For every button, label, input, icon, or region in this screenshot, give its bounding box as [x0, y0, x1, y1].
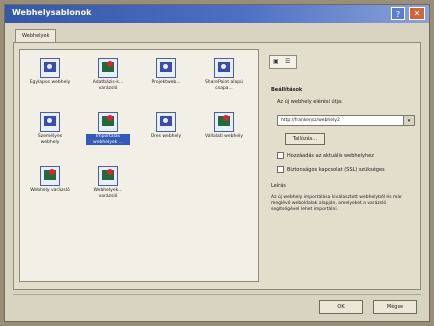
- template-item[interactable]: Webhelyek... varázsló: [86, 164, 130, 210]
- view-toggle[interactable]: ▣ ☰: [269, 55, 297, 69]
- template-label: SharePoint alapú csapa...: [204, 80, 244, 91]
- template-item[interactable]: SharePoint alapú csapa...: [202, 56, 246, 102]
- template-label: Személyes webhely: [37, 134, 63, 145]
- divider: [13, 294, 421, 295]
- location-label: Az új webhely elérési útja:: [277, 99, 343, 105]
- template-label: Projektweb...: [151, 80, 181, 85]
- template-label: Egylapos webhely: [29, 80, 71, 85]
- template-item[interactable]: Üres webhely: [144, 110, 188, 156]
- add-to-current-label: Hozzáadás az aktuális webhelyhez: [287, 153, 374, 159]
- ssl-label: Biztonságos kapcsolat (SSL) szükséges: [287, 167, 385, 173]
- web-templates-dialog: Webhelysablonok ? ✕ Webhelyek Egylapos w…: [4, 4, 430, 322]
- wizard-icon: [40, 166, 60, 186]
- window-title: Webhelysablonok: [12, 8, 92, 17]
- web-page-icon: [40, 58, 60, 78]
- template-label: Vállalati webhely: [204, 134, 244, 139]
- browse-button[interactable]: Tallózás...: [285, 133, 325, 145]
- add-to-current-checkbox[interactable]: [277, 152, 284, 159]
- template-label: Webhelyek... varázsló: [93, 188, 123, 199]
- template-item[interactable]: Vállalati webhely: [202, 110, 246, 156]
- description-text: Az új webhely importálása kiválasztott w…: [271, 195, 402, 212]
- template-item[interactable]: Webhely varázsló: [28, 164, 72, 210]
- tab-webhelyek[interactable]: Webhelyek: [15, 29, 57, 43]
- template-label: Adatbázis-k... varázsló: [92, 80, 124, 91]
- large-icons-icon[interactable]: ▣: [273, 58, 279, 65]
- wizard-icon: [98, 112, 118, 132]
- chevron-down-icon[interactable]: ▾: [403, 116, 414, 125]
- list-view-icon[interactable]: ☰: [285, 58, 290, 65]
- template-item[interactable]: Személyes webhely: [28, 110, 72, 156]
- ok-button[interactable]: OK: [319, 300, 363, 314]
- cancel-button[interactable]: Mégse: [373, 300, 417, 314]
- title-bar: Webhelysablonok ? ✕: [5, 5, 429, 23]
- template-item[interactable]: Projektweb...: [144, 56, 188, 102]
- wizard-icon: [98, 166, 118, 186]
- tab-panel: Egylapos webhely Adatbázis-k... varázsló…: [13, 42, 421, 290]
- template-item[interactable]: Adatbázis-k... varázsló: [86, 56, 130, 102]
- web-page-icon: [156, 58, 176, 78]
- close-button[interactable]: ✕: [409, 7, 425, 20]
- template-item[interactable]: Egylapos webhely: [28, 56, 72, 102]
- web-page-icon: [156, 112, 176, 132]
- location-combo[interactable]: http://frankensz/webhely2 ▾: [277, 115, 415, 126]
- help-button[interactable]: ?: [391, 7, 405, 20]
- wizard-icon: [98, 58, 118, 78]
- template-label: Üres webhely: [150, 134, 182, 139]
- wizard-icon: [214, 112, 234, 132]
- template-list[interactable]: Egylapos webhely Adatbázis-k... varázsló…: [19, 49, 259, 282]
- location-value: http://frankensz/webhely2: [281, 118, 340, 123]
- ssl-checkbox[interactable]: [277, 166, 284, 173]
- template-item-selected[interactable]: Importálás webhelyek ...: [86, 110, 130, 156]
- description-title: Leírás: [271, 183, 286, 189]
- template-label: Webhely varázsló: [30, 188, 70, 193]
- template-label: Importálás webhelyek ...: [86, 134, 130, 145]
- web-page-icon: [40, 112, 60, 132]
- web-page-icon: [214, 58, 234, 78]
- options-title: Beállítások: [271, 87, 303, 93]
